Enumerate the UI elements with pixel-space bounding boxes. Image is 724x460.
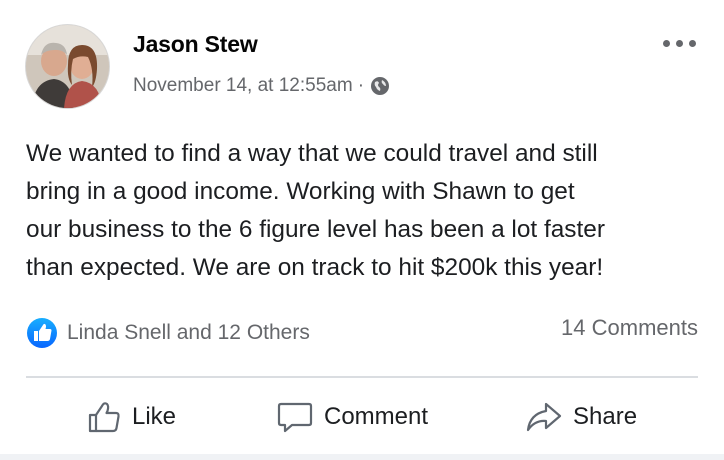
more-options-icon [662,39,670,47]
divider [26,376,698,378]
card-bottom-edge [0,454,724,460]
post-body: We wanted to find a way that we could tr… [26,135,706,287]
post-text-line: bring in a good income. Working with Sha… [26,178,575,205]
thumbs-up-icon [88,402,120,433]
reactions-summary[interactable]: Linda Snell and 12 Others [26,317,310,349]
comment-label: Comment [324,403,429,430]
author-avatar[interactable] [26,25,109,108]
post-meta: November 14, at 12:55am · [133,75,391,97]
share-label: Share [573,403,638,430]
social-post-card: Jason Stew November 14, at 12:55am · We … [0,0,724,460]
post-text-line: our business to the 6 figure level has b… [26,216,605,243]
more-options-dot [688,39,696,47]
comments-count[interactable]: 14 Comments [561,315,698,341]
like-button[interactable]: Like [86,389,176,445]
comment-bubble-icon [277,402,313,433]
like-label: Like [132,403,177,430]
more-options-dot [675,39,683,47]
avatar-photo [26,25,109,108]
author-name[interactable]: Jason Stew [133,31,258,58]
globe-icon[interactable] [369,75,391,97]
comment-button[interactable]: Comment [276,389,428,445]
reactions-text[interactable]: Linda Snell and 12 Others [67,321,310,345]
share-arrow-icon [526,402,562,432]
post-timestamp[interactable]: November 14, at 12:55am [133,75,353,97]
like-reaction-icon [27,318,57,348]
more-options-button[interactable] [654,30,704,56]
action-bar: Like Comment Share [0,389,724,445]
meta-separator: · [357,75,365,96]
post-text-line: than expected. We are on track to hit $2… [26,254,604,281]
post-text-line: We wanted to find a way that we could tr… [26,140,598,167]
share-button[interactable]: Share [525,389,637,445]
